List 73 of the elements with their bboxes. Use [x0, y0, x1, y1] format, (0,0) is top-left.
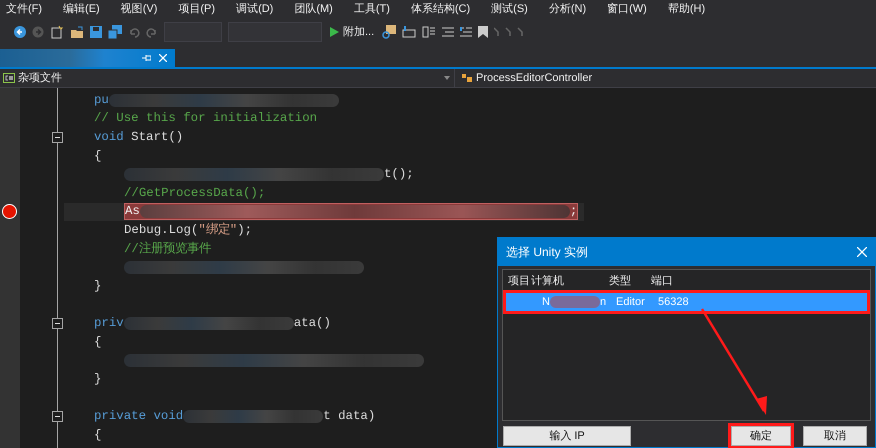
code-text: t data) — [323, 408, 376, 425]
code-text: ; — [570, 203, 578, 220]
menu-item[interactable]: 分析(N) — [544, 0, 590, 18]
undo-icon[interactable] — [128, 26, 140, 38]
menu-item[interactable]: 视图(V) — [116, 0, 162, 18]
close-icon[interactable] — [159, 54, 167, 62]
comment-icon[interactable] — [442, 27, 454, 37]
code-text: void — [94, 128, 124, 146]
dialog-button[interactable]: 确定 — [731, 426, 791, 446]
menu-item[interactable]: 团队(M) — [290, 0, 337, 18]
toolbar-icon[interactable] — [402, 26, 416, 38]
menu-item[interactable]: 测试(S) — [487, 0, 532, 18]
close-icon[interactable] — [857, 247, 867, 257]
dialog-button[interactable]: 输入 IP — [503, 426, 631, 446]
dialog-title: 选择 Unity 实例 — [506, 244, 588, 261]
code-text: Debug.Log( — [124, 222, 198, 239]
code-text: Start() — [130, 128, 184, 146]
uncomment-icon[interactable] — [460, 27, 472, 37]
code-text: pu — [94, 92, 109, 109]
play-icon — [330, 27, 339, 37]
code-text: priv — [94, 314, 124, 332]
column-header[interactable]: 端口 — [651, 272, 701, 290]
cell-text: n — [600, 294, 606, 310]
back-icon[interactable] — [14, 26, 26, 38]
menu-item[interactable]: 窗口(W) — [603, 0, 651, 18]
code-text: As — [125, 203, 140, 220]
menu-item[interactable]: 调试(D) — [232, 0, 278, 18]
menu-item[interactable]: 体系结构(C) — [406, 0, 474, 18]
class-dropdown[interactable]: ProcessEditorController — [455, 69, 876, 87]
caret-icon — [444, 76, 450, 80]
collapse-icon[interactable] — [52, 318, 63, 329]
code-text: t(); — [384, 166, 414, 184]
csharp-file-icon — [3, 73, 15, 83]
redo-icon[interactable] — [146, 26, 158, 38]
bookmark-icon[interactable] — [478, 26, 488, 38]
collapse-icon[interactable] — [52, 132, 63, 143]
column-header[interactable]: 计算机 — [531, 272, 609, 290]
code-text: { — [94, 148, 102, 164]
dialog-button[interactable]: 取消 — [803, 426, 867, 446]
new-item-icon[interactable] — [50, 25, 64, 39]
code-text: "绑定" — [198, 222, 238, 239]
code-comment: //GetProcessData(); — [124, 184, 266, 202]
code-text: ); — [237, 222, 252, 239]
menu-item[interactable]: 项目(P) — [174, 0, 220, 18]
class-icon — [461, 73, 473, 83]
menu-item[interactable]: 文件(F) — [2, 0, 46, 18]
collapse-icon[interactable] — [52, 410, 63, 422]
code-text: } — [94, 278, 102, 295]
code-comment: // Use this for initialization — [94, 110, 318, 128]
attach-button[interactable]: 附加... — [328, 24, 376, 40]
cell-text: N — [542, 294, 550, 310]
open-folder-icon[interactable] — [70, 26, 84, 38]
code-text: private void — [94, 408, 184, 425]
code-text: ata() — [294, 314, 331, 332]
toolbar-icon[interactable] — [422, 26, 436, 38]
save-all-icon[interactable] — [108, 25, 122, 39]
column-header[interactable]: 项目 — [503, 272, 531, 290]
code-text: { — [94, 426, 102, 444]
find-icon[interactable] — [382, 25, 396, 39]
column-header[interactable]: 类型 — [609, 272, 651, 290]
cell-text: Editor — [616, 294, 646, 310]
breakpoint-icon[interactable] — [2, 204, 17, 220]
code-comment: //注册预览事件 — [124, 240, 211, 258]
project-dropdown[interactable]: 杂项文件 — [0, 69, 455, 87]
code-text: { — [94, 334, 102, 350]
menu-item[interactable]: 编辑(E) — [59, 0, 104, 18]
menu-item[interactable]: 帮助(H) — [664, 0, 710, 18]
pin-icon[interactable] — [142, 54, 151, 62]
redacted-text — [550, 296, 600, 308]
save-icon[interactable] — [90, 26, 102, 38]
code-text: } — [94, 370, 102, 388]
menu-item[interactable]: 工具(T) — [350, 0, 394, 18]
cell-text: 56328 — [658, 294, 689, 310]
